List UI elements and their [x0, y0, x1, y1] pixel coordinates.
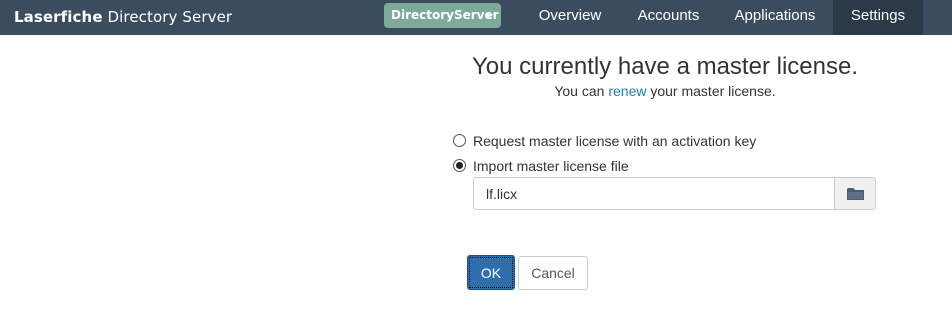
cancel-button[interactable]: Cancel: [518, 256, 588, 290]
ok-button[interactable]: OK: [467, 255, 515, 290]
caret-down-icon: [485, 14, 493, 18]
app-logo: Laserfiche Directory Server: [14, 6, 232, 28]
top-navbar: Laserfiche Directory Server DirectorySer…: [0, 0, 952, 35]
import-license-radio[interactable]: [453, 159, 466, 172]
subtitle-suffix: your master license.: [650, 83, 776, 99]
radio-selected-dot: [456, 162, 463, 169]
subtitle-prefix: You can: [554, 83, 605, 99]
nav-item-applications[interactable]: Applications: [717, 0, 833, 35]
server-selector-label: DirectoryServer: [391, 8, 499, 22]
brand-name: Laserfiche: [14, 8, 103, 26]
import-license-label[interactable]: Import master license file: [473, 157, 629, 175]
brand-product: Directory Server: [107, 8, 233, 26]
renew-link[interactable]: renew: [608, 83, 646, 99]
license-subtitle: You can renew your master license.: [420, 83, 910, 99]
nav-item-accounts[interactable]: Accounts: [620, 0, 717, 35]
page-title: You currently have a master license.: [472, 53, 858, 80]
folder-icon: [847, 188, 864, 200]
nav-item-settings[interactable]: Settings: [833, 0, 923, 35]
request-license-label[interactable]: Request master license with an activatio…: [473, 132, 756, 150]
request-license-radio[interactable]: [453, 134, 466, 147]
browse-file-button[interactable]: [834, 177, 876, 210]
license-file-field[interactable]: [473, 177, 835, 210]
nav-item-overview[interactable]: Overview: [520, 0, 620, 35]
server-selector-dropdown[interactable]: DirectoryServer: [384, 3, 501, 28]
